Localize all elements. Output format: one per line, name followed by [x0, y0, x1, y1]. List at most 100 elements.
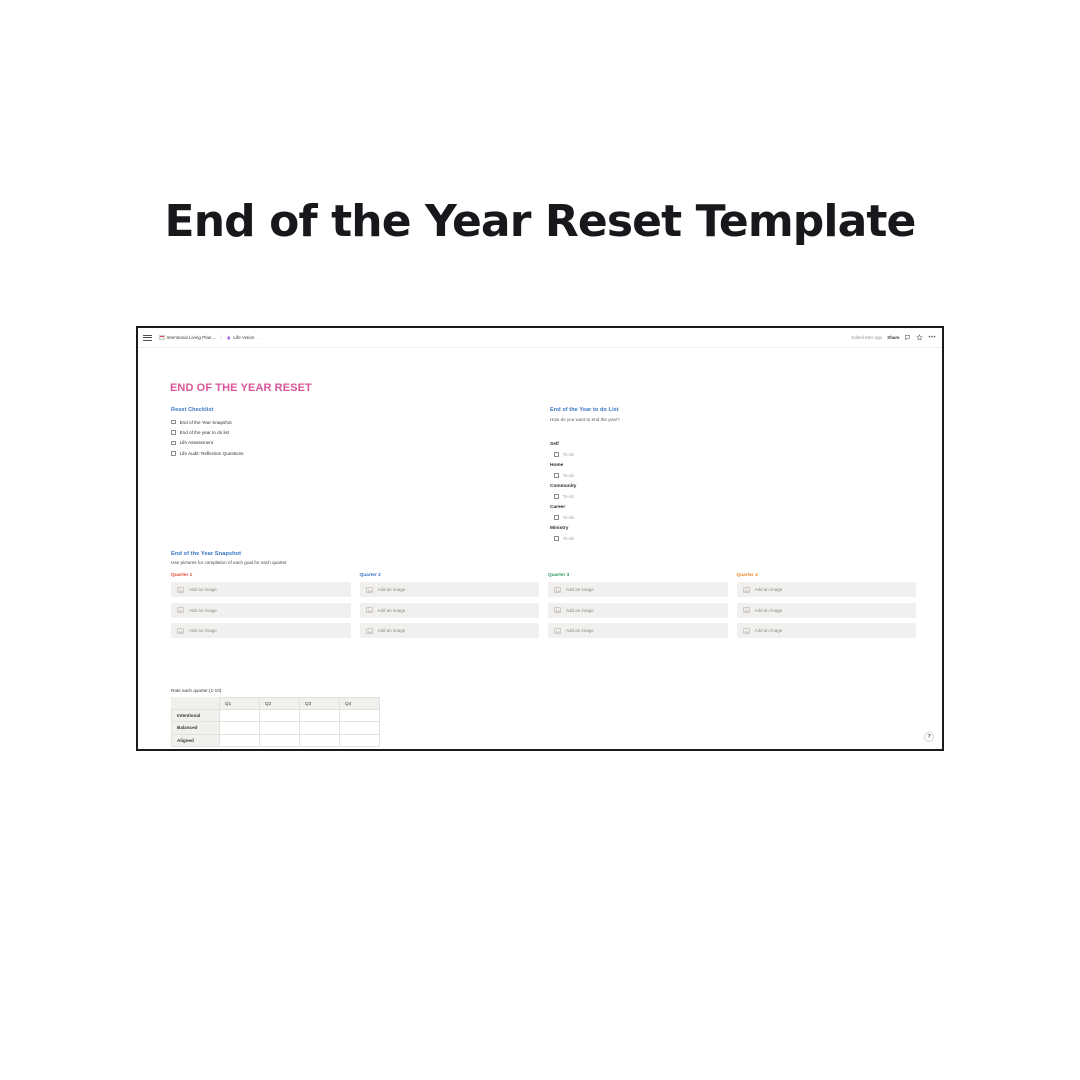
checkbox-icon[interactable] — [554, 494, 559, 499]
reset-checklist-block: Reset Checklist End of the Year Snapshot… — [171, 407, 531, 459]
table-row: Balanced — [171, 721, 380, 735]
table-cell[interactable] — [259, 733, 300, 747]
image-placeholder[interactable]: Add an image — [359, 602, 539, 618]
browser-window: Intentional Living Plan ... / Life Visio… — [136, 326, 944, 751]
ellipsis-icon[interactable]: ••• — [928, 335, 936, 341]
image-placeholder[interactable]: Add an image — [548, 623, 728, 638]
table-cell[interactable] — [219, 709, 260, 723]
checkbox-icon[interactable] — [554, 473, 559, 478]
image-placeholder-label: Add an image — [377, 607, 406, 613]
image-placeholder[interactable]: Add an image — [736, 582, 916, 597]
todo-list-block: End of the Year to do List How do you wa… — [550, 407, 910, 544]
todo-group-label: Career — [550, 504, 566, 510]
image-icon — [554, 607, 561, 613]
table-cell[interactable] — [219, 721, 260, 735]
table-row-header: Balanced — [171, 721, 220, 735]
table-cell[interactable] — [339, 733, 380, 747]
table-col-header: Q1 — [219, 696, 260, 711]
table-cell[interactable] — [299, 709, 340, 723]
todo-item-label: To-do — [562, 494, 575, 500]
checklist-item[interactable]: End of the year to do list — [171, 427, 531, 437]
checklist-item[interactable]: Life Assessment — [171, 438, 531, 448]
todo-group-ministry: Ministry To-do — [550, 523, 910, 544]
table-cell[interactable] — [339, 721, 380, 735]
image-placeholder[interactable]: Add an image — [171, 582, 351, 597]
image-icon — [365, 586, 373, 593]
checkbox-icon[interactable] — [554, 452, 559, 457]
todo-item[interactable]: To-do — [550, 491, 910, 502]
image-placeholder-label: Add an image — [754, 628, 783, 633]
table-cell[interactable] — [219, 733, 260, 747]
quarter-column-4: Quarter 4 Add an image Add an image Add … — [736, 573, 916, 644]
checkbox-icon[interactable] — [554, 536, 559, 541]
breadcrumb: Intentional Living Plan ... / Life Visio… — [159, 334, 260, 341]
table-cell[interactable] — [299, 721, 340, 735]
image-placeholder[interactable]: Add an image — [736, 602, 916, 618]
image-placeholder[interactable]: Add an image — [171, 602, 351, 618]
checkbox-icon[interactable] — [171, 430, 176, 435]
checkbox-icon[interactable] — [554, 515, 559, 520]
todo-list-subtitle: How do you want to end the year? — [550, 417, 620, 422]
app-topbar: Intentional Living Plan ... / Life Visio… — [138, 328, 942, 348]
table-corner-cell — [171, 696, 220, 711]
share-button[interactable]: Share — [887, 335, 899, 340]
image-placeholder-label: Add an image — [754, 587, 783, 592]
checkbox-icon[interactable] — [171, 451, 176, 456]
image-placeholder-label: Add an image — [377, 628, 406, 633]
comment-icon[interactable] — [904, 334, 911, 341]
quarter-label: Quarter 4 — [736, 573, 758, 578]
reset-checklist-title: Reset Checklist — [171, 407, 214, 413]
image-icon — [554, 586, 561, 593]
table-row: Aligned — [171, 733, 380, 747]
table-cell[interactable] — [259, 721, 300, 735]
breadcrumb-item-plan[interactable]: Intentional Living Plan ... — [159, 334, 217, 341]
rating-table: Q1 Q2 Q3 Q4 Intentional Balanced Aligned — [171, 696, 380, 747]
checkbox-icon[interactable] — [171, 440, 176, 446]
breadcrumb-item-vision[interactable]: Life Vision ... — [225, 334, 260, 341]
image-placeholder[interactable]: Add an image — [359, 623, 539, 638]
todo-item-label: To-do — [562, 473, 575, 479]
todo-group-self: Self To-do — [550, 439, 910, 460]
todo-item[interactable]: To-do — [550, 533, 910, 544]
table-cell[interactable] — [259, 709, 300, 723]
table-col-header: Q4 — [339, 696, 380, 711]
todo-item[interactable]: To-do — [550, 512, 910, 523]
image-placeholder[interactable]: Add an image — [736, 623, 916, 638]
breadcrumb-separator: / — [220, 335, 222, 340]
table-row-header: Intentional — [171, 709, 220, 723]
todo-group-label: Community — [550, 483, 577, 489]
quarter-label: Quarter 1 — [171, 573, 193, 578]
image-placeholder[interactable]: Add an image — [548, 602, 728, 618]
todo-item[interactable]: To-do — [550, 470, 910, 481]
hamburger-icon[interactable] — [143, 334, 152, 341]
document-heading: END OF THE YEAR RESET — [170, 382, 312, 394]
todo-group-label: Self — [550, 441, 559, 447]
rating-caption: Rate each quarter (1-10) — [171, 688, 222, 693]
table-cell[interactable] — [339, 709, 380, 723]
image-placeholder[interactable]: Add an image — [548, 582, 728, 597]
image-placeholder[interactable]: Add an image — [171, 623, 351, 638]
image-placeholder-label: Add an image — [754, 607, 783, 613]
image-icon — [742, 607, 750, 613]
todo-group-home: Home To-do — [550, 460, 910, 481]
checklist-item[interactable]: End of the Year Snapshot — [171, 417, 531, 427]
todo-group-community: Community To-do — [550, 481, 910, 502]
todo-list-title: End of the Year to do List — [550, 407, 619, 413]
image-placeholder[interactable]: Add an image — [359, 582, 539, 597]
checklist-item[interactable]: Life Audit: Reflection Questions — [171, 448, 531, 458]
todo-item[interactable]: To-do — [550, 449, 910, 460]
image-icon — [554, 627, 561, 634]
checkbox-icon[interactable] — [171, 419, 176, 425]
image-placeholder-label: Add an image — [189, 628, 217, 633]
quarter-column-3: Quarter 3 Add an image Add an image Add … — [548, 573, 728, 644]
todo-group-career: Career To-do — [550, 502, 910, 523]
table-cell[interactable] — [299, 733, 340, 747]
image-icon — [742, 627, 750, 634]
topbar-actions: Edited 56m ago Share ••• — [852, 334, 936, 341]
image-placeholder-label: Add an image — [189, 607, 217, 613]
snapshot-subtitle: Use pictures for completion of each goal… — [171, 560, 287, 565]
help-button[interactable]: ? — [924, 732, 934, 742]
table-row: Intentional — [171, 709, 380, 723]
star-icon[interactable] — [916, 334, 924, 341]
